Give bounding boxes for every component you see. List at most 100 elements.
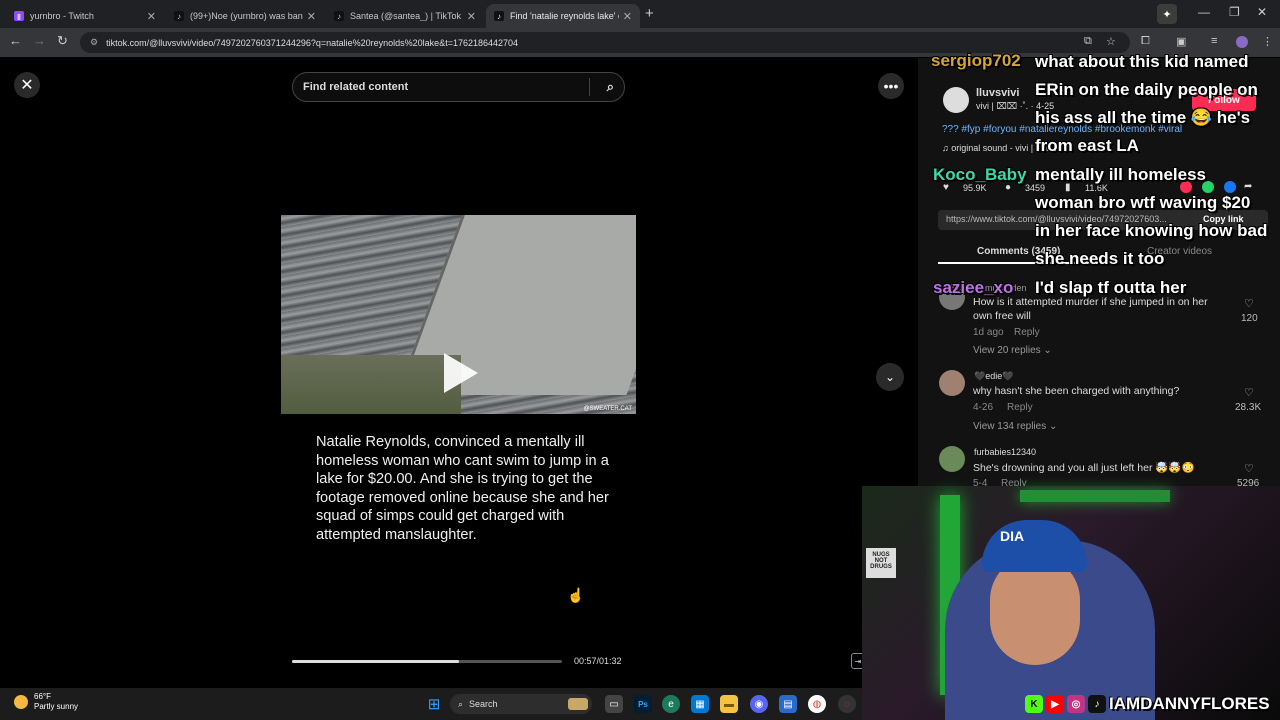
streamer-social-handle: K ▶ ◎ ♪ IAMDANNYFLORES [1025,692,1270,716]
comment-text: why hasn't she been charged with anythin… [973,385,1180,397]
sidepanel-icon[interactable]: ▣ [1176,35,1186,48]
creator-avatar[interactable] [943,87,969,113]
reload-icon[interactable]: ↻ [57,33,68,49]
heart-outline-icon[interactable]: ♡ [1244,386,1254,399]
taskbar-search[interactable]: ⌕ Search [450,694,592,714]
tab-twitch[interactable]: ▮ yurnbro - Twitch ✕ [6,4,164,28]
reply-button[interactable]: Reply [1007,402,1033,413]
install-app-icon[interactable]: ⧉ [1084,35,1092,48]
maximize-icon[interactable]: ❐ [1229,5,1240,19]
tab-search-icon[interactable]: ✦ [1157,4,1177,24]
ellipsis-icon: ••• [883,78,899,94]
close-tab-icon[interactable]: ✕ [623,10,632,23]
store-icon[interactable]: ▦ [691,695,709,713]
tab-tiktok-noe[interactable]: ♪ (99+)Noe (yurnbro) was banne ✕ [166,4,324,28]
video-watermark: @SWEATER.CAT [583,406,632,412]
search-icon: ⌕ [458,698,464,709]
search-highlight-icon [568,698,588,710]
task-view-icon[interactable]: ▭ [605,695,623,713]
play-icon[interactable] [444,353,478,393]
heart-outline-icon[interactable]: ♡ [1244,297,1254,310]
close-tab-icon[interactable]: ✕ [147,10,156,23]
chat-message-line: in her face knowing how bad [1035,221,1268,240]
windows-start-icon[interactable]: ⊞ [425,695,443,713]
chrome-menu-icon[interactable]: ⋮ [1262,35,1273,48]
browser-tab-bar: ▮ yurnbro - Twitch ✕ ♪ (99+)Noe (yurnbro… [0,0,1280,28]
comment-date: 1d ago [973,327,1004,338]
chrome-icon[interactable]: ◍ [808,695,826,713]
tab-tiktok-find[interactable]: ♪ Find 'natalie reynolds lake' on T ✕ [486,4,640,28]
chat-message-line: she needs it too [1035,249,1165,268]
video-progress-bar[interactable] [292,660,562,663]
comment-username[interactable]: 🖤edie🖤 [974,371,1013,382]
kick-icon: K [1025,695,1043,713]
close-icon: ✕ [20,77,34,94]
next-video-button[interactable]: ⌄ [876,363,904,391]
comment-text: She's drowning and you all just left her… [973,462,1195,474]
tiktok-icon: ♪ [494,11,504,21]
divider [589,78,590,96]
extensions-icon[interactable]: ⧠ [1141,35,1150,48]
obs-icon[interactable]: ◌ [838,695,856,713]
chat-message-line: from east LA [1035,136,1139,155]
chat-message-line: ERin on the daily people on [1035,80,1258,99]
chat-message-line: mentally ill homeless [1035,165,1207,184]
comment-username[interactable]: furbabies12340 [974,447,1036,457]
heart-outline-icon[interactable]: ♡ [1244,462,1254,475]
chat-username: saziee_xo [933,278,1014,297]
chevron-down-icon: ⌄ [884,370,896,384]
close-tab-icon[interactable]: ✕ [307,10,316,23]
chat-username: sergiop702 [931,51,1021,70]
tiktok-icon: ♪ [1088,695,1106,713]
back-icon[interactable]: ← [9,33,22,48]
file-explorer-icon[interactable]: ▬ [720,695,738,713]
shore-image [281,355,461,414]
view-replies-button[interactable]: View 134 replies ⌄ [973,421,1057,432]
forward-icon[interactable]: → [33,33,46,48]
media-icon[interactable]: ≡ [1211,35,1217,47]
commenter-avatar[interactable] [939,446,965,472]
tab-tiktok-santea[interactable]: ♪ Santea (@santea_) | TikTok ✕ [326,4,484,28]
video-time: 00:57/01:32 [574,656,622,666]
app-icon[interactable]: ▤ [779,695,797,713]
profile-avatar[interactable] [1236,36,1248,48]
partly-sunny-icon [14,695,28,709]
video-progress-fill [292,660,460,663]
chat-message-line: his ass all the time 😂 he's [1035,108,1251,127]
search-icon[interactable]: ⌕ [607,79,614,95]
comment-like-count: 120 [1241,313,1258,324]
discord-icon[interactable]: ◉ [750,695,768,713]
instagram-icon: ◎ [1067,695,1085,713]
related-search-input[interactable]: Find related content ⌕ [292,72,625,102]
twitch-icon: ▮ [14,11,24,21]
close-video-button[interactable]: ✕ [14,72,40,98]
window-close-icon[interactable]: ✕ [1257,5,1267,19]
comment-date: 4-26 [973,402,994,413]
view-replies-button[interactable]: View 20 replies ⌄ [973,345,1052,356]
photoshop-icon[interactable]: Ps [634,695,652,713]
mouse-cursor-icon: ☝ [567,587,585,603]
site-info-icon[interactable]: ⚙ [90,37,98,48]
minimize-icon[interactable]: — [1198,5,1210,19]
tiktok-icon: ♪ [174,11,184,21]
weather-widget[interactable]: 66°F Partly sunny [14,692,78,712]
creator-username[interactable]: lluvsvivi [976,87,1019,99]
new-tab-icon[interactable]: + [645,5,654,22]
chat-message-line: woman bro wtf waving $20 [1035,193,1251,212]
commenter-avatar[interactable] [939,370,965,396]
weather-condition: Partly sunny [34,702,79,711]
wall-poster: NUGS NOT DRUGS [866,548,896,578]
youtube-icon: ▶ [1046,695,1064,713]
bookmark-star-icon[interactable]: ☆ [1106,35,1116,48]
address-bar[interactable]: ⚙ tiktok.com/@lluvsvivi/video/7497202760… [80,32,1130,53]
edge-icon[interactable]: e [662,695,680,713]
weather-temp: 66°F [34,692,51,701]
neon-light [1020,490,1170,502]
tiktok-icon: ♪ [334,11,344,21]
reply-button[interactable]: Reply [1014,327,1040,338]
more-options-button[interactable]: ••• [878,73,904,99]
comment-text: own free will [973,310,1031,322]
chat-message-line: I'd slap tf outta her [1035,278,1187,297]
url-text: tiktok.com/@lluvsvivi/video/749720276037… [106,37,519,48]
close-tab-icon[interactable]: ✕ [467,10,476,23]
